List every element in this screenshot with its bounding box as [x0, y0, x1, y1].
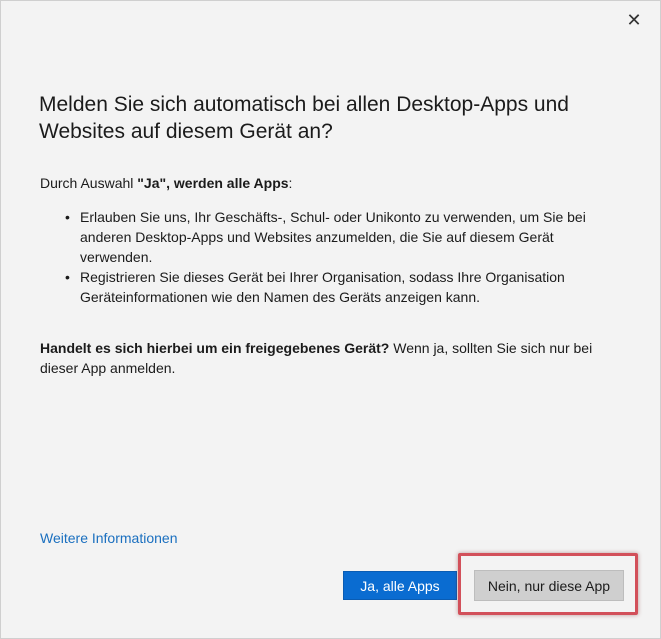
bullet-dot: • — [65, 209, 70, 225]
bullet-text: Erlauben Sie uns, Ihr Geschäfts-, Schul-… — [80, 209, 586, 265]
consequence-list: • Erlauben Sie uns, Ihr Geschäfts-, Schu… — [63, 207, 623, 307]
close-button[interactable]: ✕ — [622, 9, 646, 31]
no-this-app-only-button[interactable]: Nein, nur diese App — [474, 570, 624, 601]
dialog-window: ✕ Melden Sie sich automatisch bei allen … — [0, 0, 661, 639]
dialog-title: Melden Sie sich automatisch bei allen De… — [39, 93, 569, 143]
bullet-dot: • — [65, 269, 70, 285]
list-item: • Registrieren Sie dieses Gerät bei Ihre… — [63, 267, 623, 307]
intro-text: Durch Auswahl "Ja", werden alle Apps: — [40, 173, 292, 193]
intro-prefix: Durch Auswahl — [40, 175, 138, 191]
bullet-text: Registrieren Sie dieses Gerät bei Ihrer … — [80, 269, 565, 305]
yes-all-apps-button[interactable]: Ja, alle Apps — [343, 571, 457, 600]
more-info-link[interactable]: Weitere Informationen — [40, 528, 177, 548]
shared-device-question: Handelt es sich hierbei um ein freigegeb… — [40, 338, 625, 378]
intro-suffix: : — [288, 175, 293, 191]
close-icon: ✕ — [626, 10, 642, 30]
intro-bold: "Ja", werden alle Apps — [137, 175, 289, 191]
list-item: • Erlauben Sie uns, Ihr Geschäfts-, Schu… — [63, 207, 623, 267]
question-bold: Handelt es sich hierbei um ein freigegeb… — [40, 340, 390, 356]
